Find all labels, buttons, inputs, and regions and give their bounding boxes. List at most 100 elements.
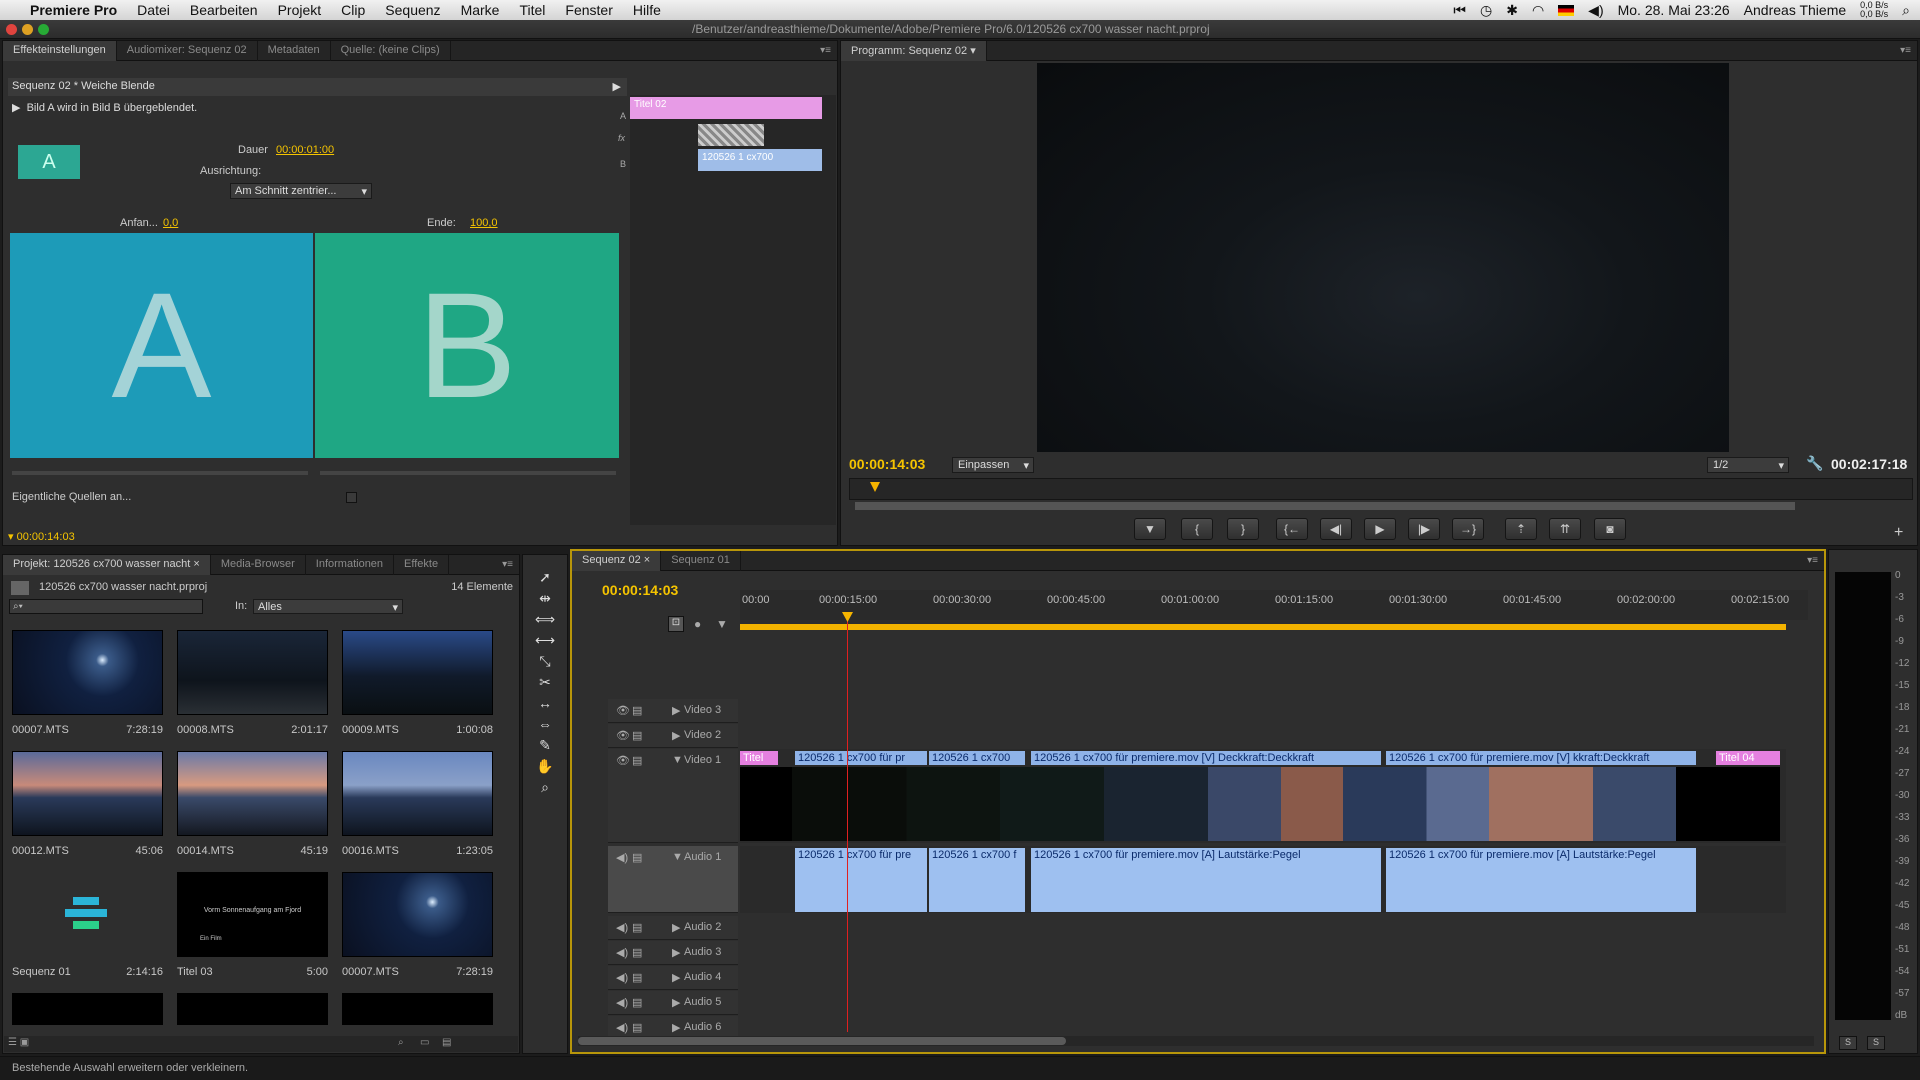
speaker-icon[interactable]: ◀) — [616, 851, 628, 864]
transition-thumbnail[interactable]: A — [18, 145, 80, 179]
timeline-clip[interactable]: 120526 1 cx700 für premiere.mov [V] Deck… — [1031, 751, 1381, 765]
play-preview-icon[interactable]: ▶ — [613, 80, 621, 93]
monitor-zoom-bar[interactable] — [855, 502, 1795, 510]
expand-icon[interactable]: ▶ — [672, 921, 680, 934]
razor-tool-icon[interactable]: ✂ — [535, 672, 555, 693]
work-area-bar[interactable] — [740, 624, 1786, 630]
project-item[interactable]: 00007.MTS 7:28:19 — [6, 624, 169, 742]
tab-program[interactable]: Programm: Sequenz 02 ▾ — [841, 41, 987, 61]
project-item[interactable] — [342, 993, 493, 1025]
marker-icon[interactable]: ▼ — [716, 617, 728, 631]
slide-tool-icon[interactable]: ⇔ — [535, 714, 555, 735]
resolution-dropdown[interactable]: 1/2 ▾ — [1707, 457, 1789, 473]
export-frame-button[interactable]: ◙ — [1594, 518, 1626, 540]
program-timecode[interactable]: 00:00:14:03 — [849, 456, 925, 472]
project-item[interactable]: 00012.MTS 45:06 — [6, 745, 169, 863]
wrench-icon[interactable]: 🔧 — [1806, 455, 1823, 472]
new-bin-icon[interactable]: ▭ — [420, 1037, 429, 1048]
show-sources-checkbox[interactable] — [346, 492, 357, 503]
duration-value[interactable]: 00:00:01:00 — [276, 144, 334, 156]
hand-tool-icon[interactable]: ✋ — [535, 756, 555, 777]
timeline-clip[interactable]: 120526 1 cx700 — [929, 751, 1025, 765]
tab-effekte[interactable]: Effekte — [394, 555, 450, 575]
start-slider[interactable] — [12, 471, 308, 475]
panel-menu-icon[interactable]: ▾≡ — [1900, 45, 1911, 56]
tab-quelle[interactable]: Quelle: (keine Clips) — [331, 41, 451, 61]
menu-sequenz[interactable]: Sequenz — [375, 2, 450, 18]
expand-icon[interactable]: ▶ — [672, 1021, 680, 1034]
project-item[interactable]: 00008.MTS 2:01:17 — [171, 624, 334, 742]
step-back-button[interactable]: ◀| — [1320, 518, 1352, 540]
rolling-edit-tool-icon[interactable]: ⟷ — [535, 630, 555, 651]
add-marker-icon[interactable]: ● — [694, 617, 701, 631]
lock-icon[interactable]: ▤ — [632, 729, 642, 742]
monitor-scrubber[interactable] — [849, 478, 1913, 500]
speaker-icon[interactable]: ◀) — [616, 921, 628, 934]
menu-hilfe[interactable]: Hilfe — [623, 2, 671, 18]
menu-projekt[interactable]: Projekt — [268, 2, 332, 18]
expand-icon[interactable]: ▶ — [12, 102, 20, 114]
time-machine-icon[interactable]: ◷ — [1480, 2, 1492, 19]
tab-audiomixer[interactable]: Audiomixer: Sequenz 02 — [117, 41, 258, 61]
collapse-icon[interactable]: ▼ — [672, 754, 683, 766]
bluetooth-icon[interactable]: ✱ — [1506, 2, 1518, 19]
goto-in-button[interactable]: {← — [1276, 518, 1308, 540]
wifi-icon[interactable]: ◠ — [1532, 2, 1544, 19]
timeline-timecode[interactable]: 00:00:14:03 — [602, 582, 678, 598]
timeline-clip[interactable]: 120526 1 cx700 für pr — [795, 751, 927, 765]
menu-titel[interactable]: Titel — [509, 2, 555, 18]
mini-transition[interactable] — [698, 124, 764, 146]
panel-menu-icon[interactable]: ▾≡ — [1807, 555, 1818, 566]
lock-icon[interactable]: ▤ — [632, 971, 642, 984]
alignment-dropdown[interactable]: Am Schnitt zentrier... ▾ — [230, 183, 372, 199]
audio-clip[interactable]: 120526 1 cx700 für premiere.mov [A] Laut… — [1386, 848, 1696, 912]
volume-icon[interactable]: ◀) — [1588, 2, 1603, 19]
project-item[interactable]: 00009.MTS 1:00:08 — [336, 624, 499, 742]
project-item[interactable]: 00007.MTS 7:28:19 — [336, 866, 499, 984]
step-forward-button[interactable]: |▶ — [1408, 518, 1440, 540]
expand-icon[interactable]: ▶ — [672, 704, 680, 717]
audio-clip[interactable]: 120526 1 cx700 für premiere.mov [A] Laut… — [1031, 848, 1381, 912]
project-item[interactable]: Vorm Sonnenaufgang am Fjord Ein Film Tite… — [171, 866, 334, 984]
add-marker-button[interactable]: ▼ — [1134, 518, 1166, 540]
lock-icon[interactable]: ▤ — [632, 996, 642, 1009]
rewind-icon[interactable]: ⏮ — [1453, 2, 1466, 19]
lock-icon[interactable]: ▤ — [632, 851, 642, 864]
selection-tool-icon[interactable]: ➚ — [535, 567, 555, 588]
tab-informationen[interactable]: Informationen — [306, 555, 395, 575]
ripple-edit-tool-icon[interactable]: ⟺ — [535, 609, 555, 630]
eye-icon[interactable]: 👁 — [616, 754, 630, 767]
eye-icon[interactable]: 👁 — [616, 704, 630, 717]
timeline-horizontal-scrollbar[interactable] — [578, 1036, 1814, 1046]
new-item-icon[interactable]: ▤ — [442, 1037, 451, 1048]
expand-icon[interactable]: ▶ — [672, 946, 680, 959]
panel-menu-icon[interactable]: ▾≡ — [502, 559, 513, 570]
mark-out-button[interactable]: } — [1227, 518, 1259, 540]
expand-icon[interactable]: ▶ — [672, 971, 680, 984]
tab-sequenz-02[interactable]: Sequenz 02 × — [572, 551, 662, 571]
lift-button[interactable]: ⇡ — [1505, 518, 1537, 540]
timeline-playhead[interactable] — [847, 614, 848, 1032]
menu-fenster[interactable]: Fenster — [555, 2, 622, 18]
solo-right-button[interactable]: S — [1867, 1036, 1885, 1050]
zoom-window-icon[interactable] — [38, 24, 49, 35]
start-value[interactable]: 0,0 — [163, 217, 178, 229]
project-item[interactable] — [177, 993, 328, 1025]
track-select-tool-icon[interactable]: ⇹ — [535, 588, 555, 609]
play-button[interactable]: ▶ — [1364, 518, 1396, 540]
user-menu[interactable]: Andreas Thieme — [1744, 2, 1846, 18]
panel-menu-icon[interactable]: ▾≡ — [820, 45, 831, 56]
fit-dropdown[interactable]: Einpassen ▾ — [952, 457, 1034, 473]
in-dropdown[interactable]: Alles ▾ — [253, 599, 403, 614]
solo-left-button[interactable]: S — [1839, 1036, 1857, 1050]
project-item[interactable]: 00016.MTS 1:23:05 — [336, 745, 499, 863]
lock-icon[interactable]: ▤ — [632, 754, 642, 767]
slip-tool-icon[interactable]: ↔ — [535, 693, 555, 714]
speaker-icon[interactable]: ◀) — [616, 971, 628, 984]
mini-clip-b[interactable]: 120526 1 cx700 — [698, 149, 822, 171]
flag-icon[interactable] — [1558, 4, 1575, 16]
expand-icon[interactable]: ▶ — [672, 996, 680, 1009]
speaker-icon[interactable]: ◀) — [616, 996, 628, 1009]
audio-clip[interactable]: 120526 1 cx700 für pre — [795, 848, 927, 912]
goto-out-button[interactable]: →} — [1452, 518, 1484, 540]
